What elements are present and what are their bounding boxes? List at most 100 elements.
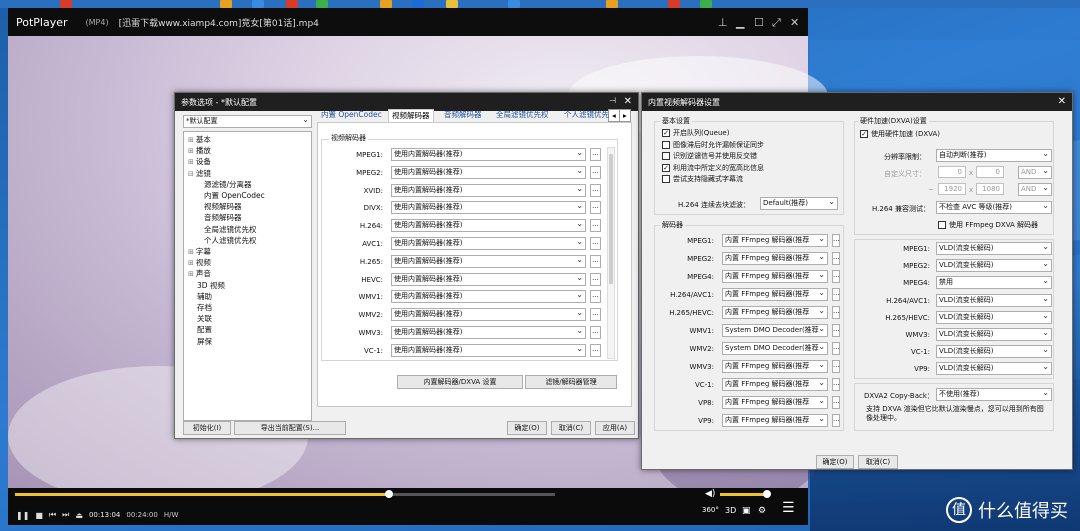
decoder-options-button[interactable]: ... [832,252,840,265]
decoder-select[interactable]: System DMO Decoder(推荐 [722,342,828,355]
tree-item[interactable]: 全局滤镜优先权 [204,224,257,235]
decoder-select[interactable]: 内置 FFmpeg 解码器(推荐 [722,270,828,283]
codec-select[interactable]: 使用内置解码器(推荐) [391,148,586,161]
codec-select[interactable]: 使用内置解码器(推荐) [391,254,586,268]
decoder-options-button[interactable]: ... [832,306,840,319]
volume-icon[interactable]: ◀) [705,489,715,499]
desktop-icon[interactable] [60,0,72,8]
decoder-select[interactable]: 内置 FFmpeg 解码器(推荐 [722,306,828,319]
tree-item[interactable]: 内置 OpenCodec [204,190,265,201]
dxva-settings-button[interactable]: 内置解码器/DXVA 设置 [397,375,523,389]
codec-select[interactable]: 使用内置解码器(推荐) [391,201,586,215]
hw-decoder-select[interactable]: 禁用 [936,276,1052,290]
tree-item[interactable]: 屏保 [188,336,212,347]
volume-handle[interactable] [763,490,771,498]
hw-decoder-select[interactable]: VLD(流变长解码) [936,362,1052,376]
desktop-icon[interactable] [412,0,424,8]
tree-item[interactable]: 辅助 [188,291,212,302]
desktop-icon[interactable] [446,0,458,8]
codec-options-button[interactable]: ... [590,254,601,268]
decoder-options-button[interactable]: ... [832,414,840,427]
codec-options-button[interactable]: ... [590,290,601,304]
hw-decoder-select[interactable]: VLD(流变长解码) [936,310,1052,324]
desktop-icon[interactable] [316,0,328,8]
init-button[interactable]: 初始化(I) [183,421,231,435]
codec-options-button[interactable]: ... [590,219,601,233]
hw-decoder-select[interactable]: VLD(流变长解码) [936,345,1052,359]
h264-filter-select[interactable]: Default(推荐) [760,197,838,210]
decoder-select[interactable]: 内置 FFmpeg 解码器(推荐 [722,414,828,427]
decoder-options-button[interactable]: ... [832,270,840,283]
hw-decoder-select[interactable]: VLD(流变长解码) [936,293,1052,307]
desktop-icon[interactable] [380,0,392,8]
codec-options-button[interactable]: ... [590,308,601,322]
decoder-select[interactable]: 内置 FFmpeg 解码器(推荐 [722,360,828,373]
tree-item[interactable]: 源滤镜/分离器 [204,179,252,190]
tree-item[interactable]: 个人滤镜优先权 [204,235,257,246]
pin-icon[interactable]: ⊣ [609,96,616,105]
tree-item[interactable]: 3D 视频 [188,280,225,291]
close-icon[interactable]: ✕ [624,96,632,107]
eject-icon[interactable]: ⏏ [75,511,83,520]
codec-select[interactable]: 使用内置解码器(推荐) [391,290,586,304]
decoder-options-button[interactable]: ... [832,360,840,373]
desktop-icon[interactable] [508,0,520,8]
tree-item[interactable]: ⊞ 设备 [188,156,211,167]
apply-button[interactable]: 应用(A) [595,421,635,435]
decoder-select[interactable]: System DMO Decoder(推荐 [722,324,828,337]
tab-3[interactable]: 全局滤镜优先权 [493,109,552,122]
basic-checkbox[interactable]: 识别逆谴信号并使用反交错 [662,151,757,161]
tree-item[interactable]: 存档 [188,302,212,313]
tab-4[interactable]: 个人滤镜优先 [561,109,612,122]
ok-button[interactable]: 确定(O) [507,421,547,435]
vr-360-button[interactable]: 360° [702,506,719,514]
desktop-icon[interactable] [700,0,712,8]
tab-1[interactable]: 视频解码器 [388,109,434,122]
tree-item[interactable]: ⊞ 字幕 [188,246,211,257]
decoder-select[interactable]: 内置 FFmpeg 解码器(推荐 [722,378,828,391]
prev-icon[interactable]: ⏮ [49,510,56,520]
tree-item[interactable]: ⊞ 基本 [188,134,211,145]
tab-0[interactable]: 内置 OpenCodec [318,109,385,122]
hw-decoder-select[interactable]: VLD(流变长解码) [936,328,1052,341]
expand-icon[interactable]: ⊞ [188,147,194,155]
fullscreen-icon[interactable]: ⤢ [772,16,781,30]
expand-icon[interactable]: ⊞ [188,259,194,267]
codec-options-button[interactable]: ... [590,148,601,161]
codec-select[interactable]: 使用内置解码器(推荐) [391,308,586,322]
expand-icon[interactable]: ⊞ [188,270,194,278]
volume-bar[interactable] [720,493,768,496]
playlist-icon[interactable]: ☰ [782,500,795,516]
codec-options-button[interactable]: ... [590,165,601,179]
tab-scroll-right[interactable]: ▸ [619,109,631,122]
tree-item[interactable]: 视频解码器 [204,201,242,212]
resolution-limit-select[interactable]: 自动判断(推荐) [936,149,1052,162]
decoder-select[interactable]: 内置 FFmpeg 解码器(推荐 [722,396,828,409]
cancel-button[interactable]: 取消(C) [858,455,898,469]
codec-options-button[interactable]: ... [590,343,601,357]
3d-button[interactable]: 3D [725,506,736,515]
screenshot-icon[interactable]: ▣ [742,506,751,516]
tree-item[interactable]: 关联 [188,313,212,324]
decoder-options-button[interactable]: ... [832,396,840,409]
desktop-icon[interactable] [220,0,232,8]
codec-select[interactable]: 使用内置解码器(推荐) [391,237,586,250]
codec-options-button[interactable]: ... [590,183,601,197]
decoder-select[interactable]: 内置 FFmpeg 解码器(推荐 [722,288,828,301]
desktop-icon[interactable] [286,0,298,8]
tab-2[interactable]: 音频解码器 [441,109,485,122]
desktop-icon[interactable] [668,0,680,8]
ffmpeg-dxva-checkbox[interactable]: 使用 FFmpeg DXVA 解码器 [938,220,1038,230]
tree-item[interactable]: ⊞ 视频 [188,257,211,268]
basic-checkbox[interactable]: 尝试支持隐藏式字幕流 [662,174,743,184]
hw-decoder-select[interactable]: VLD(流变长解码) [936,242,1052,255]
decoder-options-button[interactable]: ... [832,378,840,391]
next-icon[interactable]: ⏭ [62,510,69,520]
codec-options-button[interactable]: ... [590,326,601,339]
decoder-options-button[interactable]: ... [832,234,840,247]
pause-icon[interactable]: ❚❚ [16,511,29,520]
tree-item[interactable]: ⊞ 声音 [188,268,211,279]
decoder-options-button[interactable]: ... [832,342,840,355]
close-icon[interactable]: ✕ [1058,96,1066,107]
close-icon[interactable]: ✕ [790,16,799,29]
